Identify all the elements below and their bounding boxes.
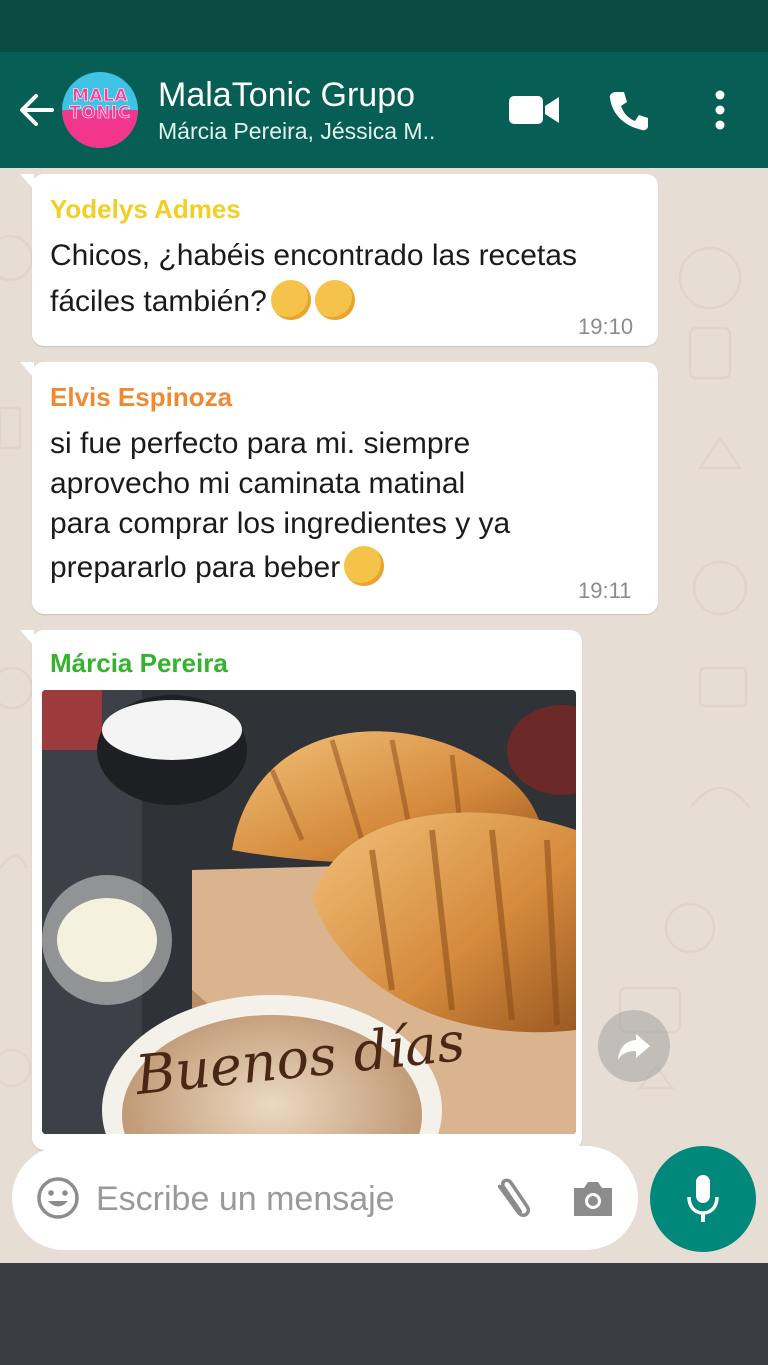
message-time: 19:10: [578, 314, 634, 339]
message-bubble[interactable]: Márcia Pereira Buenos días: [20, 630, 582, 1150]
back-arrow-icon[interactable]: [16, 88, 56, 132]
message-sender[interactable]: Elvis Espinoza: [50, 382, 232, 413]
message-line-text: prepararlo para beber: [50, 551, 341, 584]
message-line: si fue perfecto para mi. siempre: [50, 427, 471, 460]
grinning-face-icon: [314, 280, 355, 321]
message-line: Chicos, ¿habéis encontrado las recetas: [50, 239, 577, 272]
photo-illustration: Buenos días: [42, 690, 576, 1134]
message-line-text: fáciles también?: [50, 285, 267, 318]
phone-call-icon[interactable]: [606, 88, 650, 132]
forward-arrow-icon: [618, 1034, 650, 1060]
message-sender[interactable]: Márcia Pereira: [50, 648, 228, 679]
video-call-icon[interactable]: [508, 88, 560, 132]
avatar-logo-text: MALA TONIC: [69, 86, 131, 123]
message-line: aprovecho mi caminata matinal: [50, 467, 466, 500]
message-sender[interactable]: Yodelys Admes: [50, 194, 241, 225]
chat-header: MALA TONIC MalaTonic Grupo Márcia Pereir…: [0, 52, 768, 168]
camera-icon[interactable]: [570, 1178, 616, 1218]
status-bar: [0, 0, 768, 52]
message-line: fáciles también?: [50, 280, 355, 324]
grinning-face-icon: [270, 280, 311, 321]
forward-button[interactable]: [598, 1010, 670, 1082]
group-avatar[interactable]: MALA TONIC: [62, 72, 138, 148]
chat-members[interactable]: Márcia Pereira, Jéssica M..: [158, 118, 435, 145]
message-time: 19:11: [578, 578, 632, 603]
message-input[interactable]: Escribe un mensaje: [96, 1180, 395, 1219]
system-navigation-bar: [0, 1263, 768, 1365]
chat-title[interactable]: MalaTonic Grupo: [158, 76, 415, 115]
attach-icon[interactable]: [484, 1174, 536, 1224]
croissants-coffee-photo[interactable]: Buenos días: [42, 690, 576, 1134]
message-bubble[interactable]: Elvis Espinoza si fue perfecto para mi. …: [20, 362, 658, 614]
emoji-icon[interactable]: [36, 1176, 80, 1220]
mic-icon: [687, 1175, 719, 1222]
chat-area[interactable]: Yodelys Admes Chicos, ¿habéis encontrado…: [0, 168, 768, 1263]
message-line: para comprar los ingredientes y ya: [50, 507, 511, 540]
message-bubble[interactable]: Yodelys Admes Chicos, ¿habéis encontrado…: [20, 174, 658, 346]
message-line: prepararlo para beber: [50, 546, 385, 590]
winking-face-icon: [344, 546, 385, 587]
message-composer[interactable]: Escribe un mensaje: [12, 1146, 638, 1250]
more-options-icon[interactable]: [710, 88, 730, 132]
voice-message-button[interactable]: [650, 1146, 756, 1252]
